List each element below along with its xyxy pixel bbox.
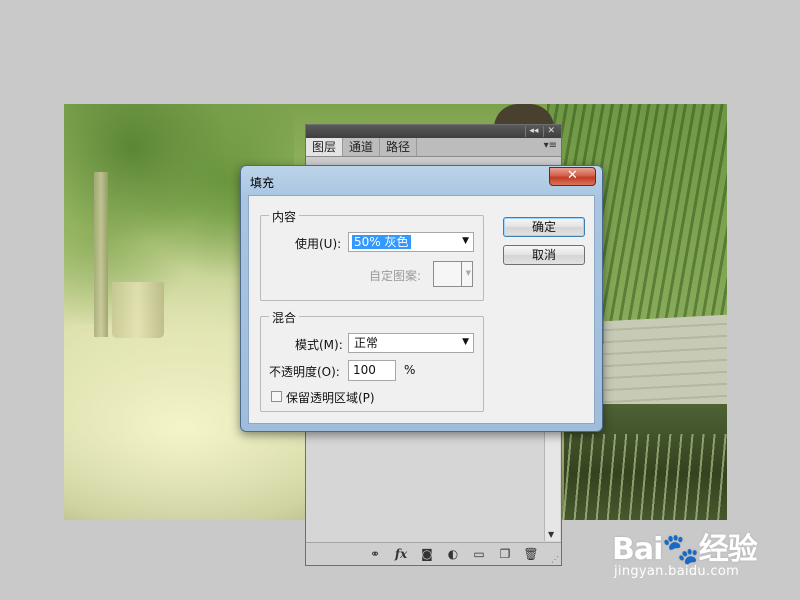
tab-layers[interactable]: 图层 [306,138,344,156]
tab-paths[interactable]: 路径 [380,138,418,156]
use-label: 使用(U): [295,237,342,251]
mode-select-value: 正常 [354,336,379,350]
close-button[interactable]: ✕ [549,167,596,186]
mode-select[interactable]: 正常 ▼ [348,333,474,353]
dialog-body: 内容 使用(U): 50% 灰色 ▼ 自定图案: ▼ 混合 模式(M): 正常 … [248,195,595,424]
content-group-legend: 内容 [269,208,300,225]
watermark: Bai🐾经验 jingyan.baidu.com [612,524,792,584]
opacity-input[interactable]: 100 [348,360,396,381]
custom-pattern-label: 自定图案: [369,269,422,283]
scroll-down-icon[interactable]: ▼ [548,530,554,539]
chevron-down-icon: ▼ [465,269,471,277]
preserve-transparency-label[interactable]: 保留透明区域(P) [286,389,375,406]
watermark-url: jingyan.baidu.com [614,564,740,579]
blend-group: 混合 模式(M): 正常 ▼ 不透明度(O): 100 % 保留透明区域(P) [260,309,484,412]
chevron-down-icon: ▼ [462,337,469,347]
new-layer-icon[interactable]: ❐ [497,546,513,562]
photo-detail [604,314,727,414]
mode-label: 模式(M): [295,338,343,352]
mask-icon[interactable]: ◙ [419,546,435,562]
use-select-value: 50% 灰色 [352,235,411,249]
opacity-label: 不透明度(O): [269,365,340,379]
panel-menu-icon[interactable]: ▾≡ [544,140,557,151]
content-group: 内容 使用(U): 50% 灰色 ▼ 自定图案: ▼ [260,208,484,301]
watermark-logo: Bai🐾经验 [612,532,758,567]
custom-pattern-picker[interactable]: ▼ [433,261,473,287]
photo-detail [559,434,727,520]
ok-button[interactable]: 确定 [503,217,585,237]
adjustment-icon[interactable]: ◐ [445,546,461,562]
close-icon[interactable]: ✕ [543,126,558,137]
collapse-icon[interactable]: ◂◂ [525,126,541,137]
use-select[interactable]: 50% 灰色 ▼ [348,232,474,252]
folder-icon[interactable]: ▭ [471,546,487,562]
panel-header: ◂◂ ✕ [306,125,561,138]
fx-icon[interactable]: fx [393,546,409,562]
trash-icon[interactable]: 🗑 [523,546,539,562]
photo-detail [112,282,164,338]
cancel-button[interactable]: 取消 [503,245,585,265]
fill-dialog: 填充 ✕ 内容 使用(U): 50% 灰色 ▼ 自定图案: ▼ 混合 模式(M)… [240,165,603,432]
pattern-divider [461,262,462,286]
dialog-title: 填充 [250,176,275,190]
opacity-unit: % [404,363,416,377]
panel-footer: ⚭ fx ◙ ◐ ▭ ❐ 🗑 ⋰ [306,542,561,565]
tab-channels[interactable]: 通道 [343,138,381,156]
photo-detail [94,172,108,337]
resize-grip-icon[interactable]: ⋰ [551,555,559,564]
blend-group-legend: 混合 [269,309,300,326]
link-icon[interactable]: ⚭ [367,546,383,562]
preserve-transparency-checkbox[interactable] [271,391,282,402]
chevron-down-icon: ▼ [462,236,469,246]
panel-tabs: 图层 通道 路径 ▾≡ [306,138,561,157]
